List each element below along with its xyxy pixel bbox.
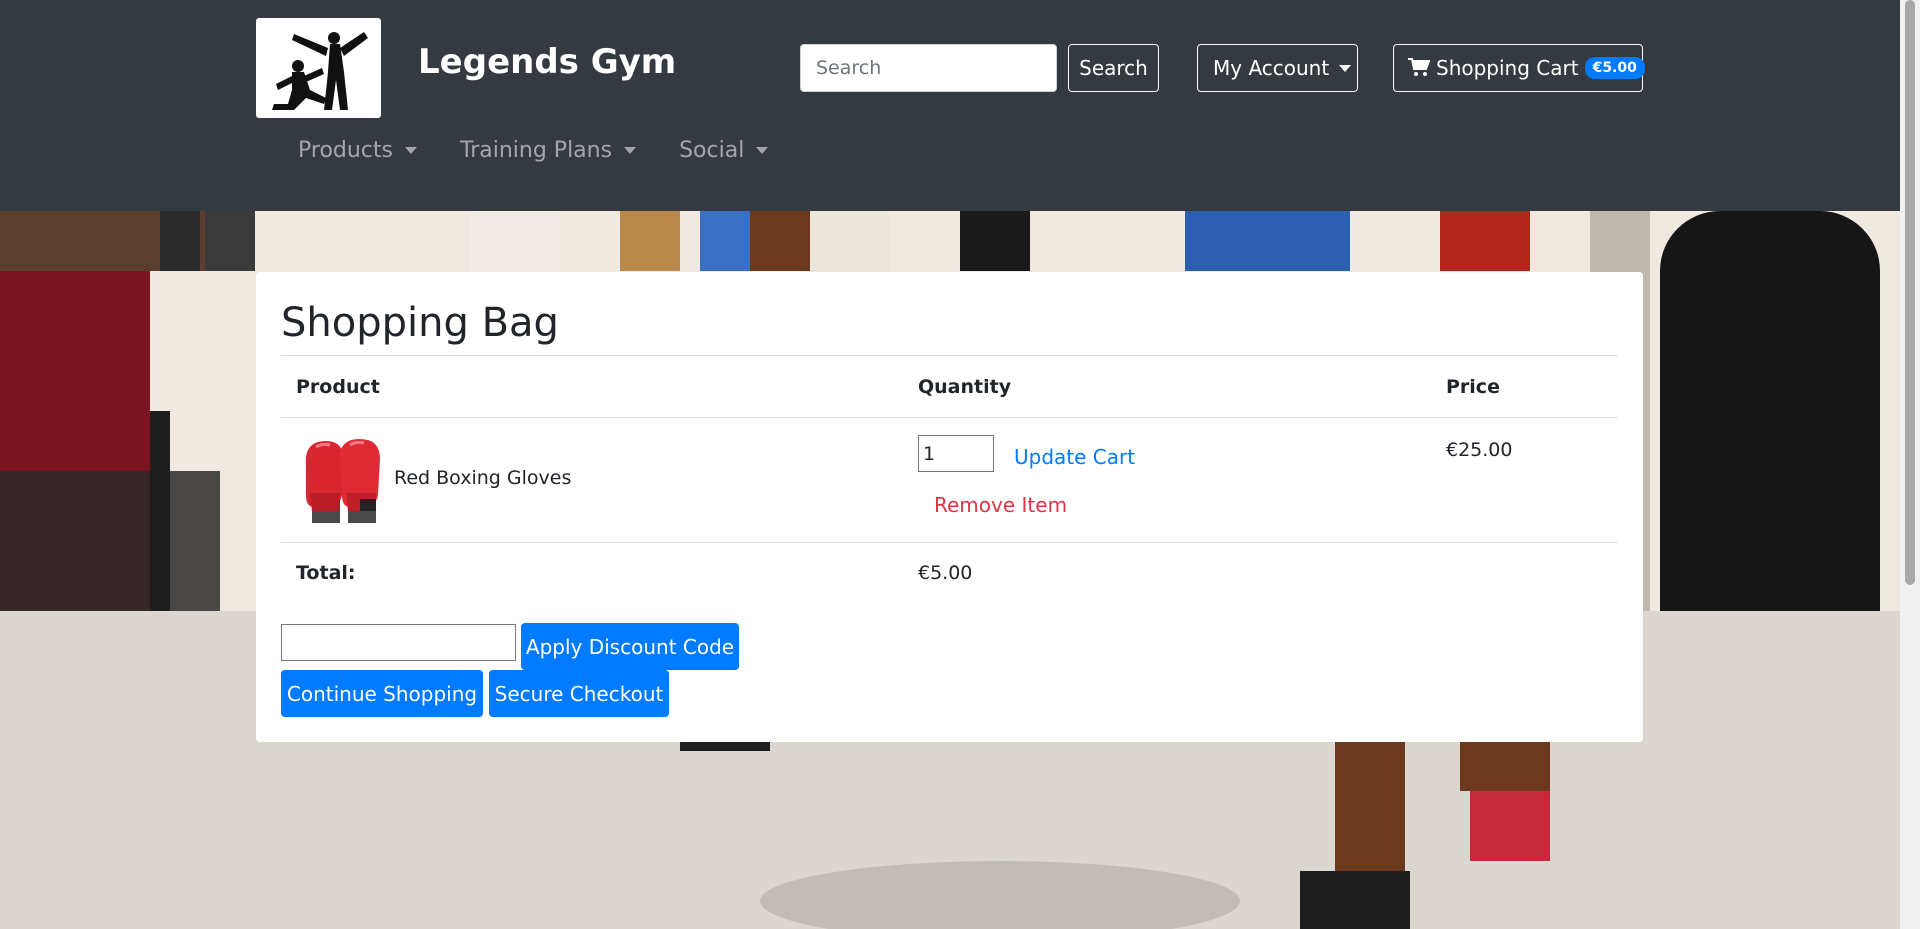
shopping-cart-icon	[1408, 58, 1430, 78]
column-header-product: Product	[296, 376, 380, 398]
divider	[281, 355, 1618, 356]
my-account-label: My Account	[1213, 56, 1330, 80]
column-header-price: Price	[1446, 376, 1500, 398]
nav-products-label: Products	[298, 138, 393, 163]
continue-shopping-button[interactable]: Continue Shopping	[281, 670, 483, 717]
scrollbar-thumb[interactable]	[1905, 0, 1915, 585]
product-image-red-boxing-gloves[interactable]	[296, 435, 388, 525]
my-account-dropdown[interactable]: My Account	[1197, 44, 1358, 92]
shopping-cart-label: Shopping Cart	[1436, 56, 1579, 80]
chevron-down-icon	[405, 147, 417, 154]
martial-arts-logo-icon	[272, 32, 368, 110]
page-scrollbar[interactable]	[1900, 0, 1920, 929]
product-name: Red Boxing Gloves	[394, 467, 572, 489]
quantity-input[interactable]	[918, 435, 994, 472]
discount-code-input[interactable]	[281, 624, 516, 661]
gym-logo[interactable]	[256, 18, 381, 118]
brand-title[interactable]: Legends Gym	[418, 42, 676, 82]
column-header-quantity: Quantity	[918, 376, 1012, 398]
nav-social-label: Social	[679, 138, 745, 163]
top-navbar: Legends Gym Search My Account Shopping C…	[0, 0, 1920, 211]
secure-checkout-button[interactable]: Secure Checkout	[489, 670, 669, 717]
nav-products-dropdown[interactable]: Products	[283, 138, 432, 163]
chevron-down-icon	[1339, 64, 1352, 72]
total-label: Total:	[296, 562, 356, 584]
search-input[interactable]	[800, 44, 1057, 92]
chevron-down-icon	[624, 147, 637, 154]
remove-item-link[interactable]: Remove Item	[934, 493, 1067, 517]
cart-total-badge: €5.00	[1584, 57, 1645, 79]
divider	[281, 542, 1618, 543]
apply-discount-button[interactable]: Apply Discount Code	[521, 623, 739, 670]
product-price: €25.00	[1446, 439, 1513, 461]
update-cart-link[interactable]: Update Cart	[1014, 445, 1135, 469]
total-value: €5.00	[918, 562, 973, 584]
nav-training-plans-label: Training Plans	[460, 138, 613, 163]
main-nav: Products Training Plans Social	[283, 138, 796, 163]
nav-social-dropdown[interactable]: Social	[664, 138, 783, 163]
divider	[281, 417, 1618, 418]
shopping-cart-button[interactable]: Shopping Cart €5.00	[1393, 44, 1645, 92]
chevron-down-icon	[756, 147, 769, 154]
page-title: Shopping Bag	[281, 300, 559, 346]
search-button[interactable]: Search	[1068, 44, 1159, 92]
shopping-bag-card: Shopping Bag Product Quantity Price Red …	[256, 272, 1643, 742]
nav-training-plans-dropdown[interactable]: Training Plans	[445, 138, 651, 163]
